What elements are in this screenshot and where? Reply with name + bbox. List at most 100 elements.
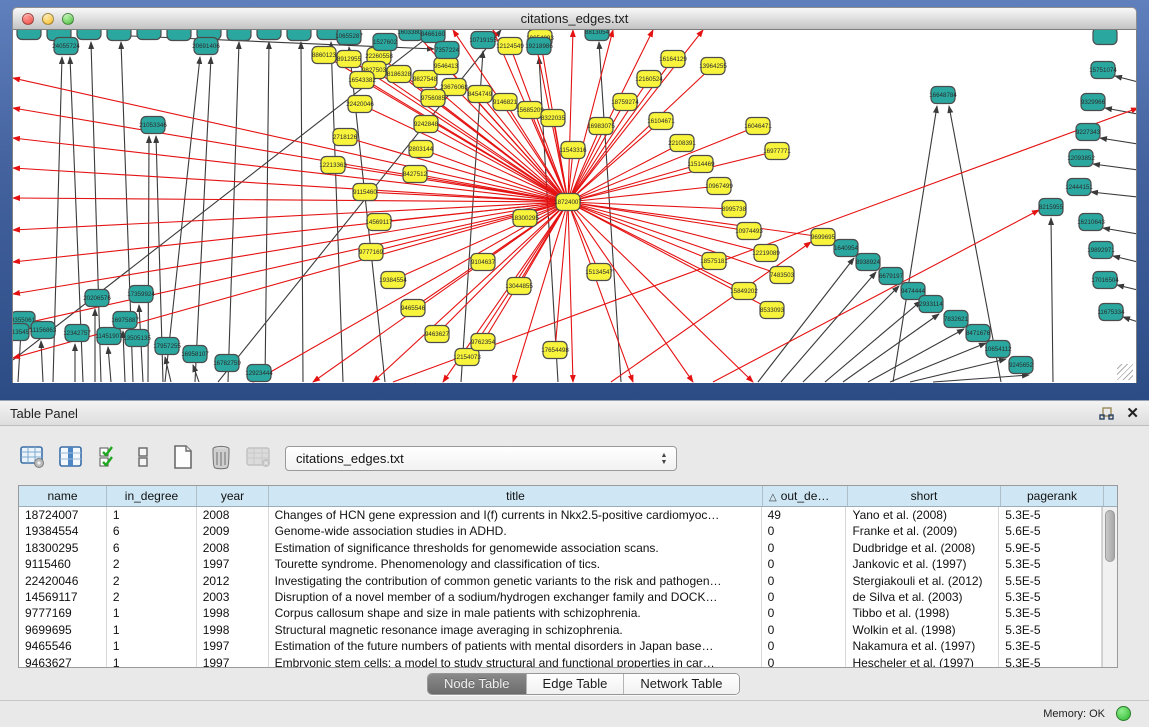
graph-node[interactable]: 9827548 (413, 71, 438, 88)
graph-node[interactable]: 8466160 (421, 30, 446, 43)
graph-node[interactable]: 12444151 (1065, 179, 1093, 196)
graph-node[interactable]: 3913545 (13, 324, 30, 341)
graph-node[interactable]: 19384554 (379, 272, 407, 289)
graph-node[interactable]: 12213363 (319, 157, 347, 174)
graph-node[interactable]: 24055724 (52, 38, 80, 55)
graph-node[interactable]: 12342757 (63, 325, 91, 342)
window-resize-grip[interactable] (1117, 364, 1133, 380)
graph-node[interactable]: 17359924 (127, 286, 155, 303)
graph-node[interactable]: 8471676 (966, 325, 991, 342)
graph-node[interactable]: 16977771 (763, 143, 791, 160)
graph-node[interactable]: 9242848 (414, 116, 439, 133)
graph-node[interactable]: 9699695 (811, 229, 836, 246)
scrollbar-thumb[interactable] (1105, 510, 1115, 562)
graph-node[interactable]: 8995738 (722, 201, 747, 218)
graph-node[interactable]: 13505135 (123, 330, 151, 347)
graph-node[interactable] (77, 30, 101, 40)
graph-node[interactable]: 11156863 (30, 322, 57, 339)
table-row[interactable]: 946362711997Embryonic stem cells: a mode… (19, 655, 1102, 667)
graph-node[interactable]: 16046471 (744, 118, 772, 135)
graph-node[interactable]: 15134547 (585, 264, 613, 281)
graph-node[interactable] (137, 30, 161, 40)
new-table-icon[interactable] (168, 442, 198, 472)
table-row[interactable]: 2242004622012Investigating the contribut… (19, 573, 1102, 589)
graph-node[interactable]: 16104671 (647, 113, 675, 130)
graph-node[interactable]: 9245652 (1009, 357, 1034, 374)
column-header-out_de[interactable]: △out_de… (763, 486, 848, 506)
graph-node[interactable]: 9777169 (359, 244, 384, 261)
table-row[interactable]: 1830029562008Estimation of significance … (19, 540, 1102, 556)
graph-node[interactable]: 13044855 (505, 278, 533, 295)
graph-node[interactable]: 12923444 (245, 365, 273, 382)
table-settings-icon[interactable] (18, 442, 48, 472)
graph-node[interactable]: 6679197 (879, 268, 904, 285)
graph-node[interactable]: 11451907 (95, 328, 123, 345)
table-row[interactable]: 969969511998Structural magnetic resonanc… (19, 622, 1102, 638)
graph-node[interactable]: 17957255 (153, 338, 181, 355)
graph-node[interactable]: 20691406 (192, 38, 220, 55)
graph-node[interactable]: 13964255 (699, 58, 727, 75)
graph-node[interactable]: 22420046 (346, 96, 374, 113)
table-vertical-scrollbar[interactable] (1102, 507, 1117, 667)
graph-node[interactable]: 8813054 (585, 30, 610, 41)
graph-node[interactable]: 14569117 (365, 214, 393, 231)
network-canvas[interactable]: 18724007 18300295 8860123 8912955 222605… (12, 30, 1137, 383)
graph-node[interactable]: 9756085 (421, 90, 446, 107)
graph-node[interactable]: 8533093 (760, 302, 785, 319)
graph-node[interactable]: 18575181 (700, 253, 728, 270)
delete-table-icon[interactable] (206, 442, 236, 472)
table-chooser-dropdown[interactable]: citations_edges.txt ▲▼ (285, 446, 677, 471)
graph-node[interactable]: 8322035 (541, 110, 566, 127)
graph-node[interactable]: 17016504 (1091, 272, 1119, 289)
graph-node[interactable]: 19218986 (525, 38, 553, 55)
graph-node[interactable] (17, 30, 41, 40)
graph-node[interactable] (167, 30, 191, 41)
graph-node[interactable]: 8427512 (403, 166, 428, 183)
graph-node[interactable]: 16648784 (929, 87, 957, 104)
graph-node[interactable]: 10655287 (335, 30, 363, 45)
tab-network-table[interactable]: Network Table (624, 674, 738, 694)
graph-node[interactable]: 8938924 (856, 254, 881, 271)
graph-node[interactable]: 9463627 (425, 326, 450, 343)
graph-node[interactable]: 11514469 (687, 156, 715, 173)
graph-node[interactable]: 18300295 (511, 210, 539, 227)
graph-node[interactable]: 8860123 (312, 47, 337, 64)
table-row[interactable]: 1938455462009Genome-wide association stu… (19, 523, 1102, 539)
graph-node[interactable]: 12124549 (496, 38, 524, 55)
column-header-title[interactable]: title (269, 486, 763, 506)
graph-node[interactable]: 16164129 (659, 51, 687, 68)
tab-node-table[interactable]: Node Table (428, 674, 527, 694)
graph-node[interactable]: 9465546 (401, 300, 426, 317)
graph-node[interactable]: 2803144 (409, 141, 434, 158)
float-panel-icon[interactable] (1099, 407, 1114, 421)
graph-node[interactable] (1093, 30, 1117, 45)
column-header-short[interactable]: short (848, 486, 1001, 506)
graph-node[interactable]: 18724007 (554, 194, 582, 211)
graph-node[interactable]: 10719155 (469, 32, 497, 49)
graph-node[interactable]: 15751074 (1089, 62, 1117, 79)
zoom-window-button[interactable] (62, 13, 74, 25)
graph-node[interactable]: 9546413 (434, 58, 459, 75)
column-header-year[interactable]: year (197, 486, 269, 506)
graph-node[interactable]: 22108391 (668, 135, 696, 152)
minimize-window-button[interactable] (42, 13, 54, 25)
graph-node[interactable]: 9329966 (1081, 94, 1106, 111)
graph-node[interactable]: 8186328 (387, 66, 412, 83)
tab-edge-table[interactable]: Edge Table (527, 674, 625, 694)
column-header-pagerank[interactable]: pagerank (1001, 486, 1104, 506)
table-row[interactable]: 911546021997Tourette syndrome. Phenomeno… (19, 556, 1102, 572)
graph-node[interactable]: 11543316 (559, 142, 587, 159)
graph-node[interactable]: 12093852 (1067, 150, 1095, 167)
graph-node[interactable]: 16958107 (181, 346, 209, 363)
graph-node[interactable] (257, 30, 281, 40)
graph-node[interactable]: 15849202 (730, 283, 758, 300)
graph-node[interactable]: 16782759 (213, 355, 241, 372)
graph-node[interactable]: 2718126 (333, 129, 358, 146)
graph-node[interactable]: 7483503 (770, 267, 795, 284)
graph-node[interactable]: 1527602 (373, 34, 398, 51)
table-row[interactable]: 977716911998Corpus callosum shape and si… (19, 605, 1102, 621)
graph-node[interactable]: 7357224 (435, 42, 460, 59)
table-row[interactable]: 1456911722003Disruption of a novel membe… (19, 589, 1102, 605)
graph-node[interactable]: 16975887 (111, 312, 139, 329)
graph-node[interactable]: 10974493 (735, 223, 763, 240)
